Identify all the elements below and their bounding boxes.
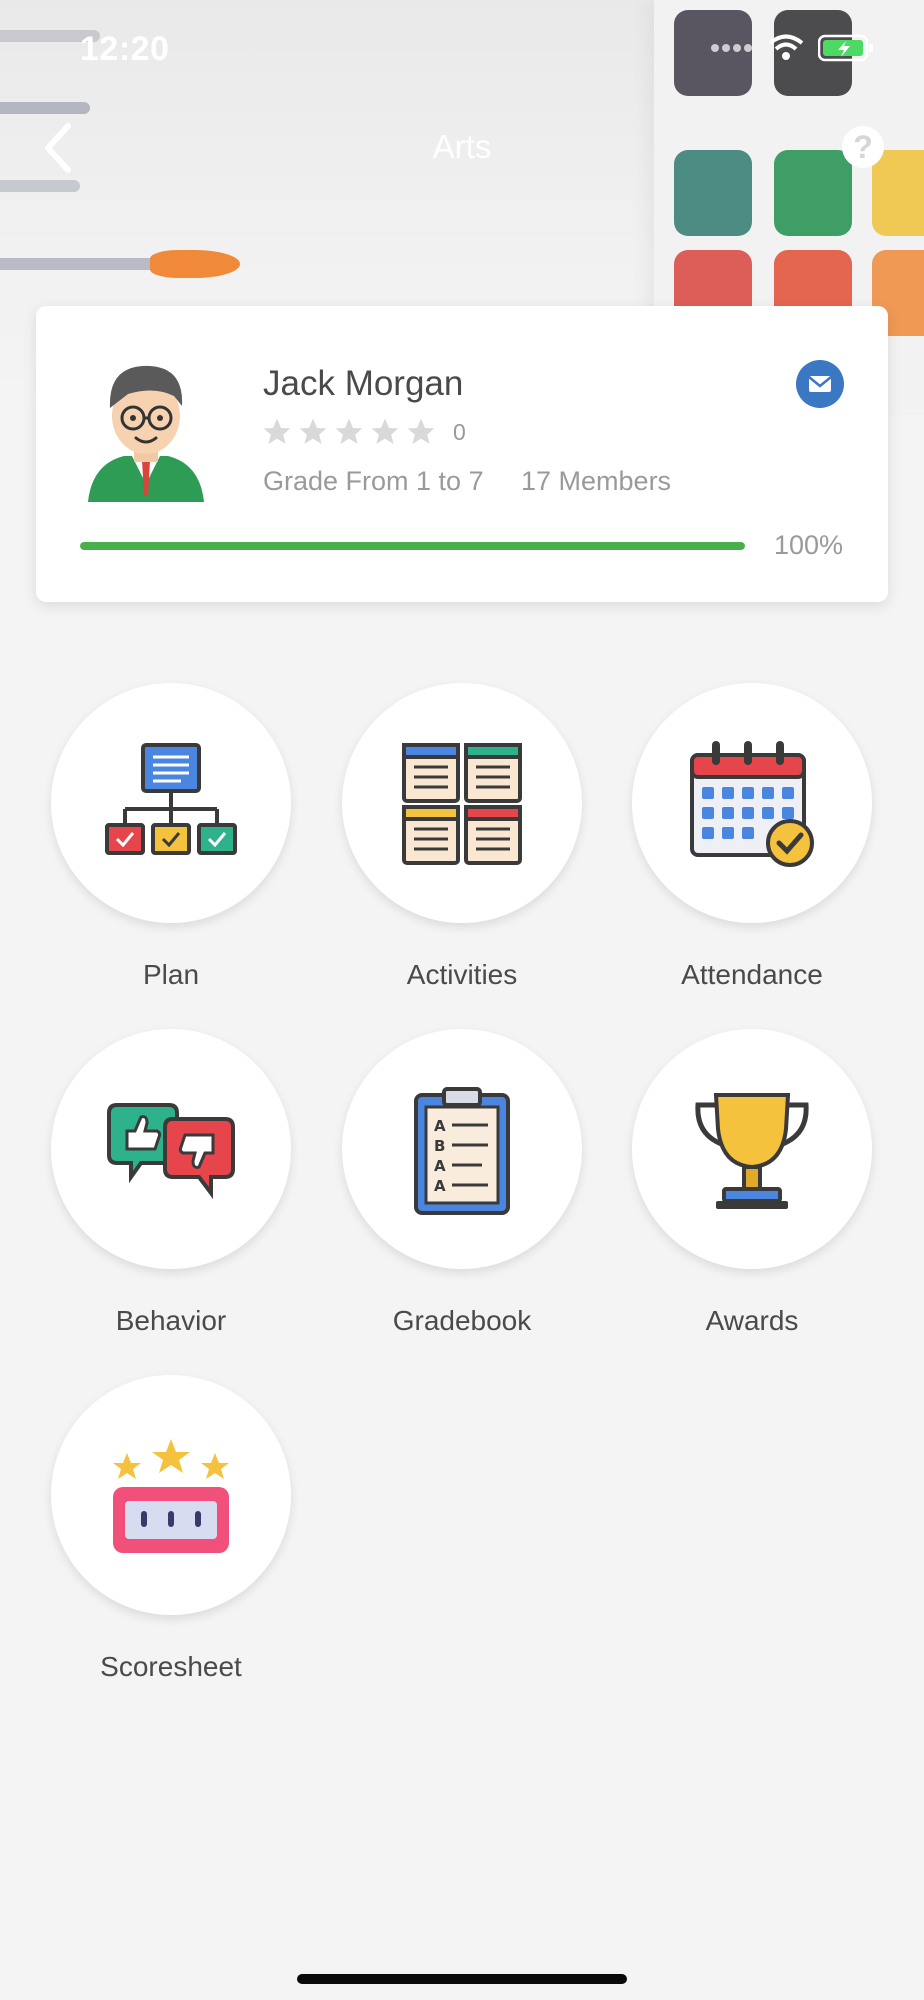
page-title: Arts	[432, 128, 492, 165]
gradebook-clipboard-icon: ABAA	[414, 1087, 510, 1215]
menu-tile-circle[interactable]	[51, 1029, 291, 1269]
menu-tile-activities[interactable]: Activities	[317, 683, 607, 991]
svg-text:B: B	[434, 1137, 445, 1155]
behavior-thumbs-icon	[107, 1103, 235, 1199]
wifi-icon	[768, 34, 804, 60]
profile-card: Jack Morgan 0 Grade From 1 to 7 17 Membe…	[36, 306, 888, 602]
menu-tile-label: Plan	[142, 959, 200, 990]
brush-decoration	[0, 102, 90, 114]
activities-notes-icon	[402, 743, 522, 865]
status-time: 12:20	[80, 30, 170, 68]
menu-tile-circle[interactable]	[51, 1375, 291, 1615]
menu-tile-label: Awards	[705, 1305, 799, 1336]
plan-hierarchy-icon	[105, 743, 237, 855]
menu-tile-label: Behavior	[115, 1305, 227, 1336]
teacher-avatar	[88, 365, 204, 502]
menu-tile-plan[interactable]: Plan	[26, 683, 316, 991]
teacher-name: Jack Morgan	[263, 364, 464, 403]
progress-percent: 100%	[773, 530, 843, 560]
svg-text:A: A	[434, 1177, 446, 1195]
brush-decoration	[0, 180, 80, 192]
star-icon	[299, 418, 327, 444]
awards-trophy-icon	[695, 1093, 809, 1209]
menu-tile-awards[interactable]: Awards	[607, 1029, 897, 1337]
star-icon	[407, 418, 435, 444]
signal-icon	[711, 44, 752, 52]
menu-tile-circle[interactable]	[632, 1029, 872, 1269]
menu-tile-label: Activities	[406, 959, 518, 990]
rating-count: 0	[453, 418, 466, 445]
star-icon	[371, 418, 399, 444]
menu-tile-circle[interactable]	[342, 683, 582, 923]
star-icon	[335, 418, 363, 444]
attendance-calendar-icon	[690, 741, 814, 867]
svg-text:A: A	[434, 1157, 446, 1175]
members-count: 17 Members	[521, 466, 672, 496]
menu-tile-circle[interactable]	[632, 683, 872, 923]
help-button[interactable]: ?	[842, 126, 884, 168]
menu-tile-label: Gradebook	[392, 1305, 532, 1336]
brush-decoration	[0, 250, 240, 278]
menu-tile-behavior[interactable]: Behavior	[26, 1029, 316, 1337]
menu-tile-circle[interactable]	[51, 683, 291, 923]
question-icon: ?	[853, 129, 873, 165]
menu-tile-label: Scoresheet	[100, 1651, 242, 1682]
grade-range: Grade From 1 to 7	[263, 466, 484, 496]
menu-tile-label: Attendance	[681, 959, 823, 990]
mail-icon	[808, 376, 832, 392]
svg-text:A: A	[434, 1117, 446, 1135]
star-icon	[263, 418, 291, 444]
rating-stars: 0	[261, 416, 466, 448]
battery-icon	[818, 34, 873, 62]
progress-fill	[80, 542, 745, 550]
progress-bar	[80, 542, 745, 550]
menu-tile-gradebook[interactable]: ABAA Gradebook	[317, 1029, 607, 1337]
menu-tile-circle[interactable]: ABAA	[342, 1029, 582, 1269]
status-icons	[710, 34, 874, 62]
home-indicator[interactable]	[297, 1974, 627, 1984]
scoresheet-stars-icon	[113, 1439, 229, 1553]
mail-button[interactable]	[796, 360, 844, 408]
menu-tile-attendance[interactable]: Attendance	[607, 683, 897, 991]
menu-tile-scoresheet[interactable]: Scoresheet	[26, 1375, 316, 1683]
